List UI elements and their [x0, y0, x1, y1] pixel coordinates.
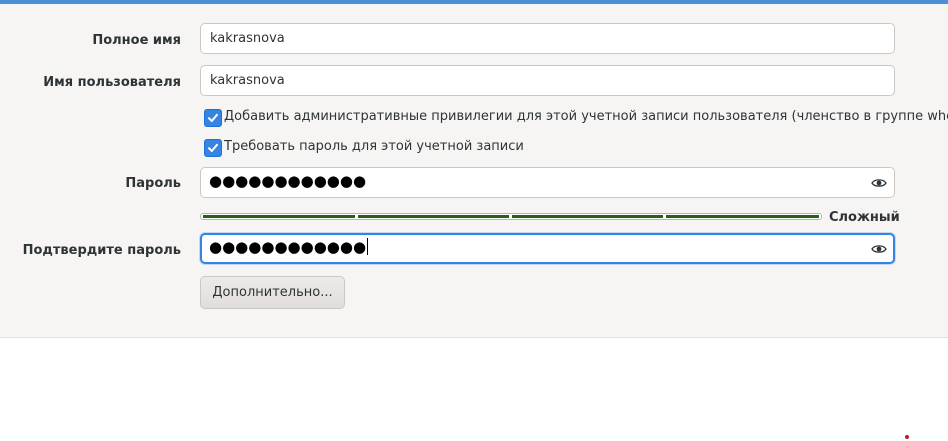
eye-icon[interactable] — [871, 242, 887, 256]
admin-privileges-checkbox[interactable] — [204, 109, 222, 127]
eye-icon[interactable] — [871, 176, 887, 190]
password-label: Пароль — [125, 176, 181, 191]
admin-privileges-label: Добавить административные привилегии для… — [224, 109, 948, 124]
password-strength-bar — [200, 213, 822, 220]
confirm-password-label: Подтвердите пароль — [22, 243, 181, 258]
notification-dot — [905, 435, 909, 439]
strength-segment-4 — [666, 215, 819, 218]
checkmark-icon — [208, 113, 218, 122]
full-name-field[interactable]: kakrasnova — [200, 23, 895, 54]
require-password-label: Требовать пароль для этой учетной записи — [224, 139, 524, 154]
user-creation-form: Полное имя kakrasnova Имя пользователя k… — [0, 4, 948, 338]
username-label: Имя пользователя — [43, 75, 181, 90]
checkmark-icon — [208, 143, 218, 152]
strength-segment-2 — [358, 215, 509, 218]
password-field[interactable]: ●●●●●●●●●●●● — [200, 167, 895, 198]
text-caret — [367, 238, 369, 255]
confirm-password-mask-text: ●●●●●●●●●●●● — [209, 238, 367, 256]
confirm-password-mask: ●●●●●●●●●●●● — [209, 238, 369, 256]
strength-segment-3 — [512, 215, 663, 218]
strength-segment-1 — [203, 215, 355, 218]
require-password-checkbox[interactable] — [204, 139, 222, 157]
advanced-button[interactable]: Дополнительно... — [200, 276, 345, 309]
password-mask: ●●●●●●●●●●●● — [209, 172, 367, 190]
username-value: kakrasnova — [210, 73, 285, 88]
confirm-password-field[interactable]: ●●●●●●●●●●●● — [200, 233, 895, 264]
full-name-value: kakrasnova — [210, 31, 285, 46]
username-field[interactable]: kakrasnova — [200, 65, 895, 96]
full-name-label: Полное имя — [92, 33, 181, 48]
password-strength-label: Сложный — [829, 210, 900, 225]
